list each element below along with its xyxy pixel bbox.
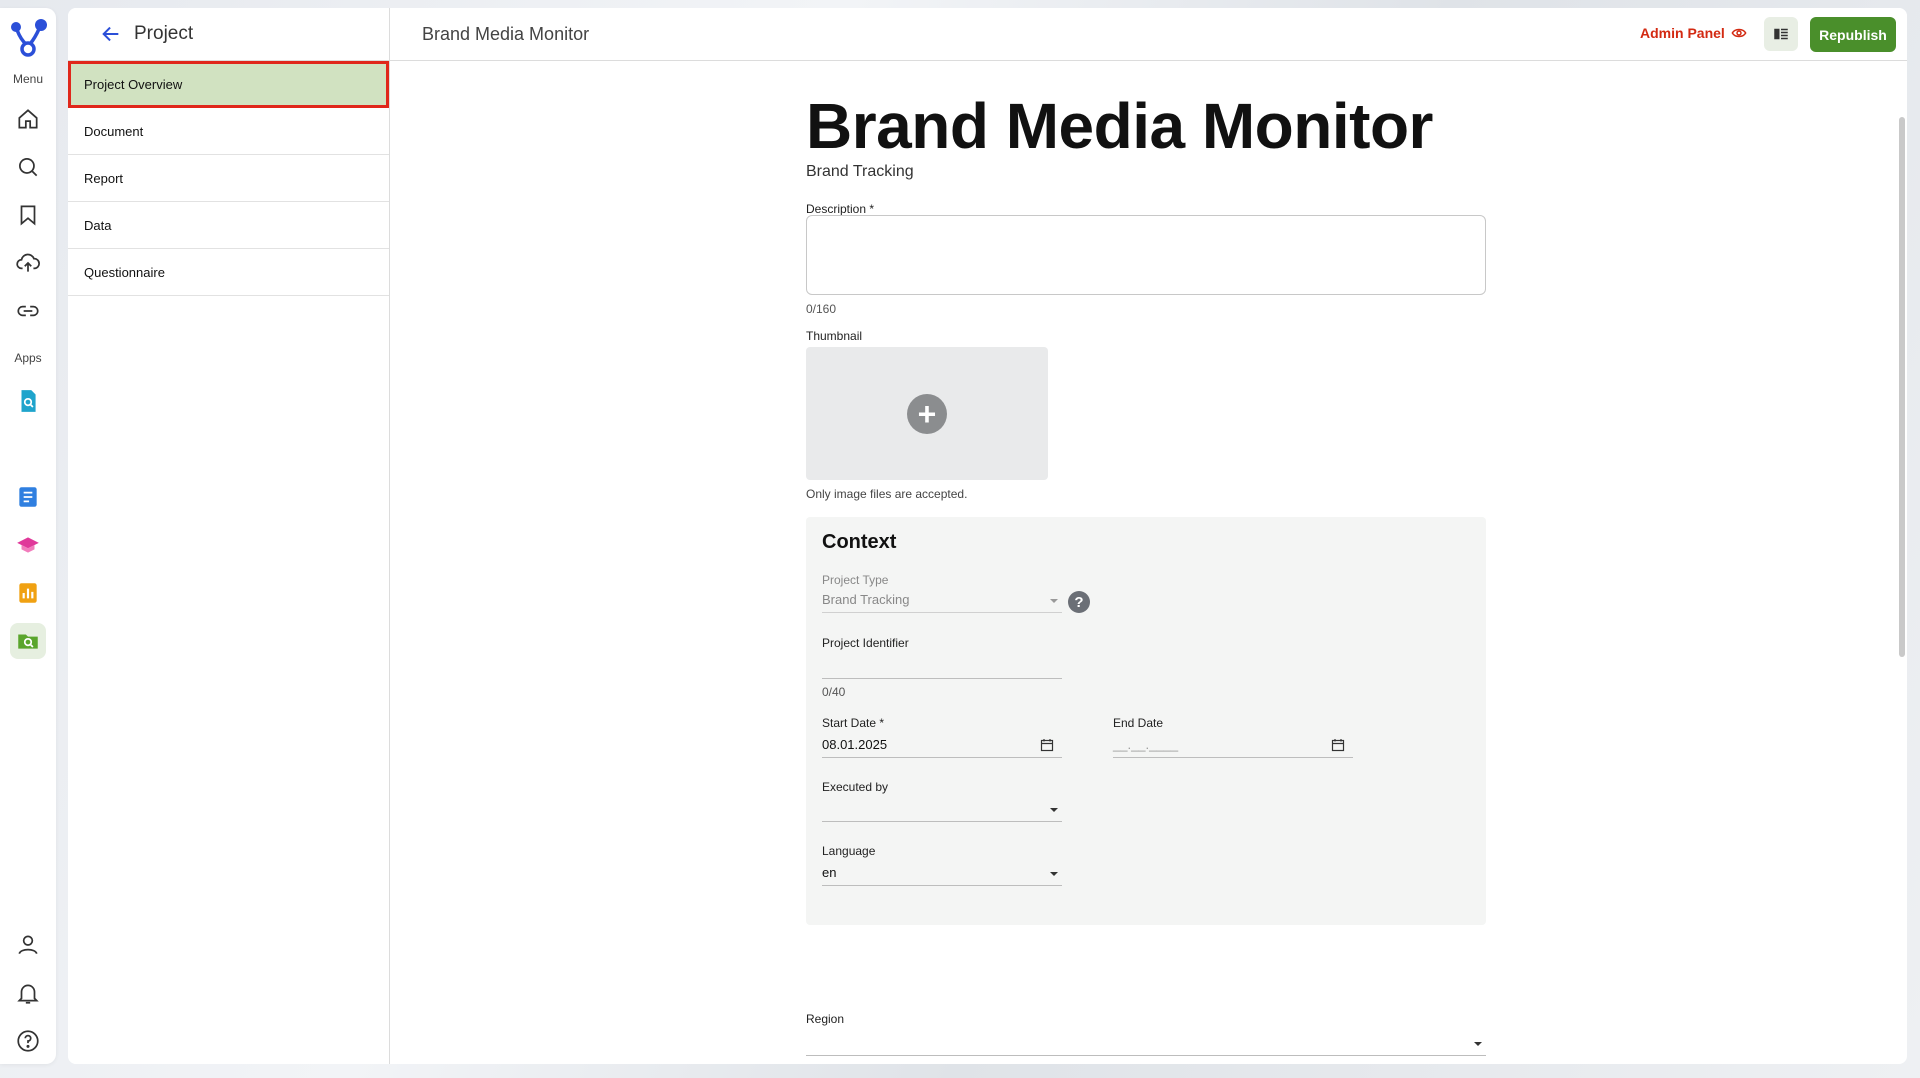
thumbnail-hint: Only image files are accepted. xyxy=(806,487,968,501)
admin-panel-label: Admin Panel xyxy=(1640,25,1725,41)
chevron-down-icon xyxy=(1050,808,1058,812)
app-logo-icon[interactable] xyxy=(7,16,49,58)
calendar-icon[interactable] xyxy=(1040,738,1054,752)
description-counter: 0/160 xyxy=(806,302,837,316)
context-title: Context xyxy=(822,531,897,553)
menu-caption: Menu xyxy=(12,72,44,86)
language-value: en xyxy=(822,865,837,880)
chevron-down-icon xyxy=(1050,599,1058,603)
start-date-input[interactable]: 08.01.2025 xyxy=(822,730,1062,758)
apps-caption: Apps xyxy=(14,351,42,365)
thumbnail-upload[interactable]: + xyxy=(806,347,1048,480)
end-date-input[interactable]: __.__.____ xyxy=(1113,730,1353,758)
scrollbar[interactable] xyxy=(1899,117,1905,657)
back-area: Project xyxy=(68,8,390,60)
help-icon[interactable]: ? xyxy=(1068,591,1090,613)
calendar-icon[interactable] xyxy=(1331,738,1345,752)
layout-toggle-button[interactable] xyxy=(1764,17,1798,51)
form-app-icon[interactable] xyxy=(10,479,46,515)
project-type-select[interactable]: Brand Tracking xyxy=(822,585,1062,613)
executed-by-select[interactable] xyxy=(822,794,1062,822)
republish-button[interactable]: Republish xyxy=(1810,17,1896,52)
chevron-down-icon xyxy=(1050,872,1058,876)
sidebar-layout-icon xyxy=(1774,28,1788,40)
project-identifier-label: Project Identifier xyxy=(822,636,909,650)
bar-chart-app-icon[interactable] xyxy=(10,575,46,611)
plus-icon: + xyxy=(907,393,947,434)
doc-search-app-icon[interactable] xyxy=(10,383,46,419)
bell-icon[interactable] xyxy=(10,975,46,1011)
app-rail: Menu Apps xyxy=(0,8,56,1064)
bookmark-icon[interactable] xyxy=(10,197,46,233)
description-label: Description * xyxy=(806,202,875,216)
language-select[interactable]: en xyxy=(822,858,1062,886)
cloud-upload-icon[interactable] xyxy=(10,245,46,281)
page-subtitle: Brand Tracking xyxy=(806,163,914,180)
eye-icon xyxy=(1731,28,1747,38)
search-icon[interactable] xyxy=(10,149,46,185)
description-field[interactable] xyxy=(806,215,1486,295)
end-date-placeholder: __.__.____ xyxy=(1113,737,1179,752)
context-section: Context Project Type Brand Tracking ? Pr… xyxy=(806,517,1486,925)
chevron-down-icon xyxy=(1474,1042,1482,1046)
admin-panel-link[interactable]: Admin Panel xyxy=(1640,25,1747,41)
graduation-cap-app-icon[interactable] xyxy=(10,527,46,563)
content-area: Brand Media Monitor Brand Tracking Descr… xyxy=(68,61,1907,1064)
start-date-value: 08.01.2025 xyxy=(822,737,888,752)
page-title: Brand Media Monitor xyxy=(806,90,1433,162)
end-date-label: End Date xyxy=(1113,716,1164,730)
top-bar: Project Brand Media Monitor Admin Panel … xyxy=(68,8,1907,61)
main-panel: Project Brand Media Monitor Admin Panel … xyxy=(68,8,1907,1064)
project-identifier-input[interactable] xyxy=(822,651,1062,679)
region-select[interactable] xyxy=(806,1029,1486,1056)
back-label[interactable]: Project xyxy=(134,23,193,45)
language-label: Language xyxy=(822,844,876,858)
folder-search-app-icon[interactable] xyxy=(10,623,46,659)
header-title: Brand Media Monitor xyxy=(422,24,590,44)
project-type-value: Brand Tracking xyxy=(822,592,910,607)
region-label: Region xyxy=(806,1012,845,1026)
link-icon[interactable] xyxy=(10,293,46,329)
executed-by-label: Executed by xyxy=(822,780,889,794)
user-icon[interactable] xyxy=(10,927,46,963)
help-circle-icon[interactable] xyxy=(10,1023,46,1059)
moon-app-icon[interactable] xyxy=(10,431,46,467)
home-icon[interactable] xyxy=(10,101,46,137)
thumbnail-label: Thumbnail xyxy=(806,329,863,343)
back-arrow-icon[interactable] xyxy=(100,22,124,46)
start-date-label: Start Date * xyxy=(822,716,885,730)
project-identifier-counter: 0/40 xyxy=(822,685,846,699)
